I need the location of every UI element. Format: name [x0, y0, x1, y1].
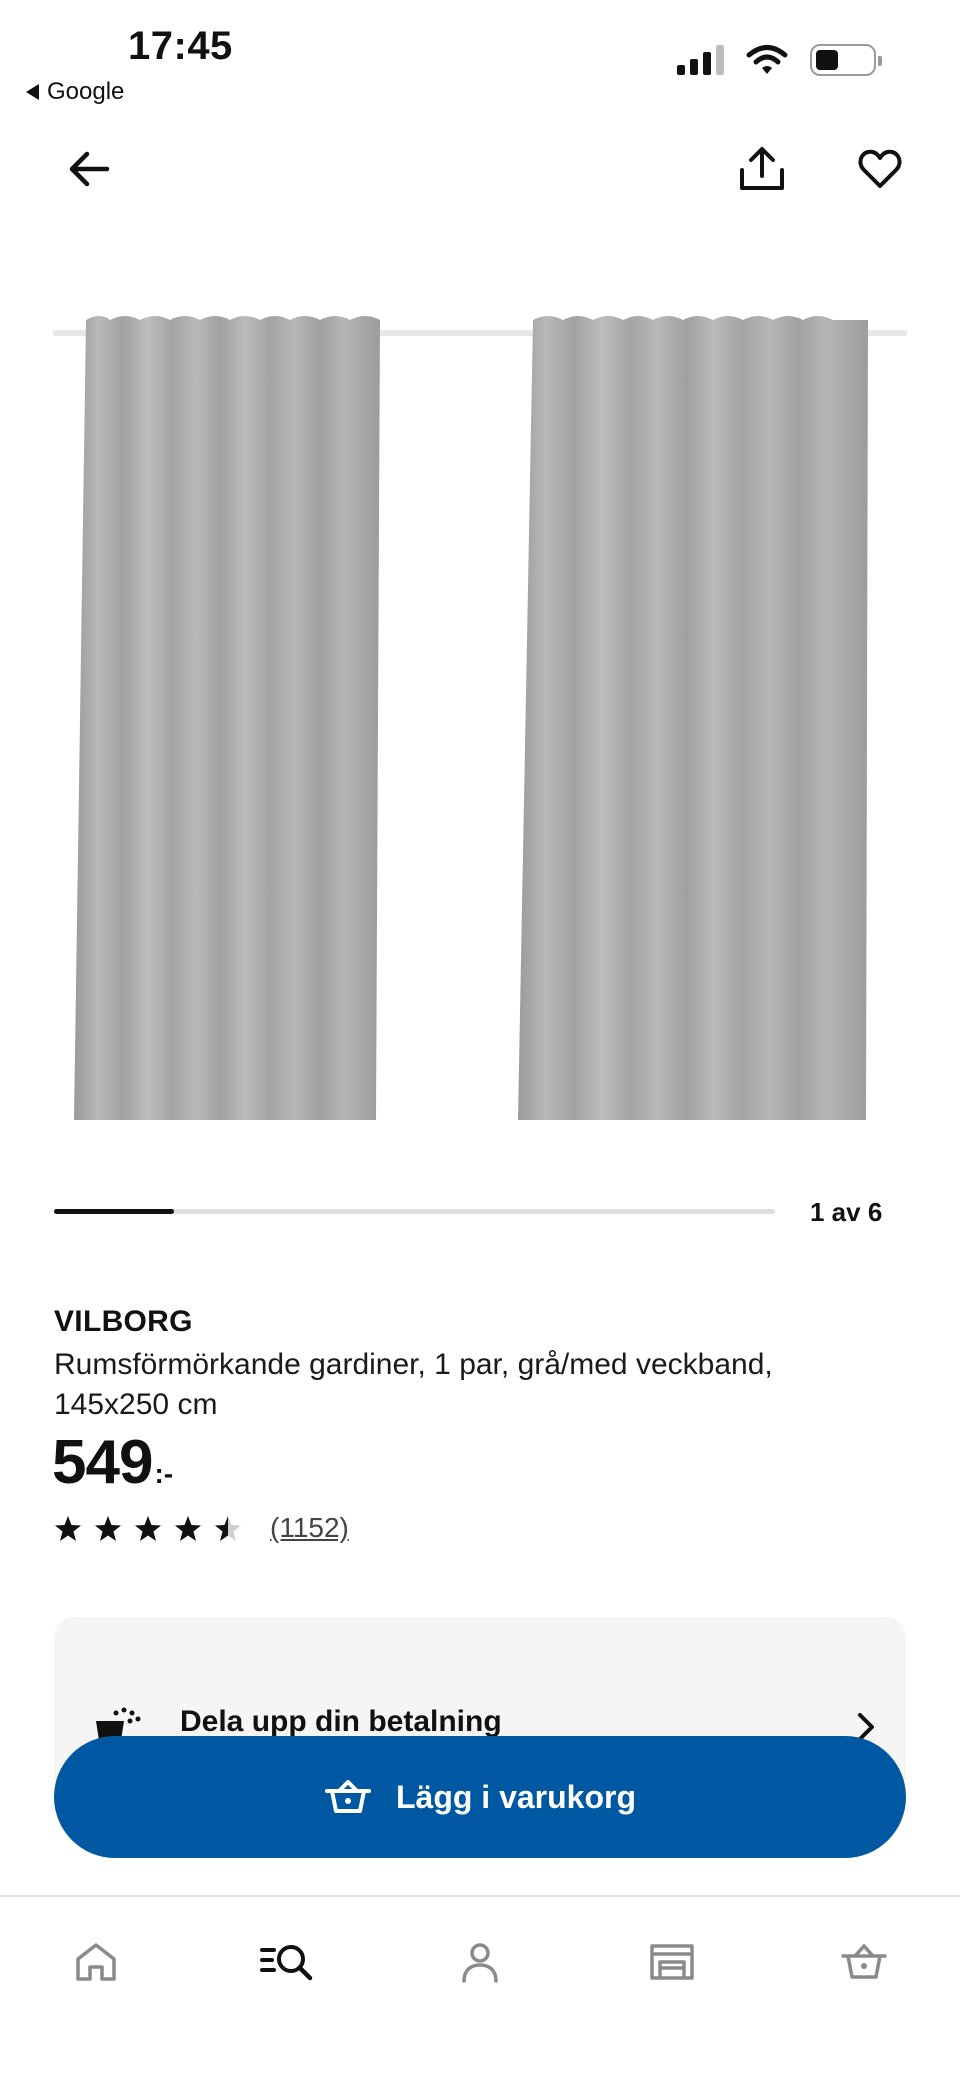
product-image[interactable] [50, 290, 910, 1130]
product-price: 549 :- [52, 1427, 173, 1498]
nav-home[interactable] [56, 1927, 136, 1997]
nav-cart[interactable] [824, 1927, 904, 1997]
add-to-cart-button[interactable]: Lägg i varukorg [54, 1736, 906, 1858]
product-description: Rumsförmörkande gardiner, 1 par, grå/med… [54, 1348, 773, 1421]
nav-search[interactable] [247, 1927, 327, 1997]
carousel-counter: 1 av 6 [810, 1197, 883, 1227]
bottom-navigation [0, 1895, 960, 2081]
price-main: 549 [52, 1428, 153, 1497]
basket-icon [841, 1944, 887, 1979]
carousel-progress-fill [54, 1209, 175, 1214]
rating-stars [54, 1515, 242, 1542]
price-suffix: :- [154, 1458, 174, 1489]
curtain-left [74, 316, 380, 1120]
add-to-cart-label: Lägg i varukorg [395, 1778, 637, 1815]
basket-icon [324, 1780, 371, 1813]
share-button[interactable] [727, 134, 797, 204]
back-app-label: Google [47, 78, 125, 105]
star-half-icon [215, 1515, 241, 1541]
favorite-button[interactable] [845, 134, 915, 204]
product-name: VILBORG [54, 1305, 193, 1338]
arrow-left-icon [69, 151, 110, 187]
profile-icon [462, 1943, 498, 1983]
nav-stores[interactable] [632, 1927, 712, 1997]
store-icon [650, 1944, 694, 1980]
curtain-right [518, 316, 868, 1120]
carousel-progress [54, 1209, 775, 1214]
cellular-signal-icon [677, 45, 724, 75]
back-to-app-link[interactable]: Google [26, 78, 124, 106]
back-triangle-icon [26, 84, 39, 100]
status-time: 17:45 [128, 24, 233, 68]
share-icon [740, 147, 784, 190]
status-icons [677, 44, 882, 76]
heart-icon [858, 149, 902, 188]
star-full-icon [55, 1515, 81, 1541]
split-payment-label: Dela upp din betalning [180, 1705, 502, 1738]
review-count-link[interactable]: (1152) [270, 1512, 349, 1544]
product-rating[interactable]: (1152) [54, 1512, 349, 1544]
star-full-icon [135, 1515, 161, 1541]
star-full-icon [175, 1515, 201, 1541]
back-button[interactable] [54, 134, 124, 204]
home-icon [76, 1943, 116, 1981]
nav-profile[interactable] [440, 1927, 520, 1997]
status-bar: 17:45 Google [0, 0, 960, 120]
battery-icon [810, 44, 882, 76]
search-icon [260, 1945, 313, 1981]
star-full-icon [95, 1515, 121, 1541]
wifi-icon [746, 45, 788, 74]
